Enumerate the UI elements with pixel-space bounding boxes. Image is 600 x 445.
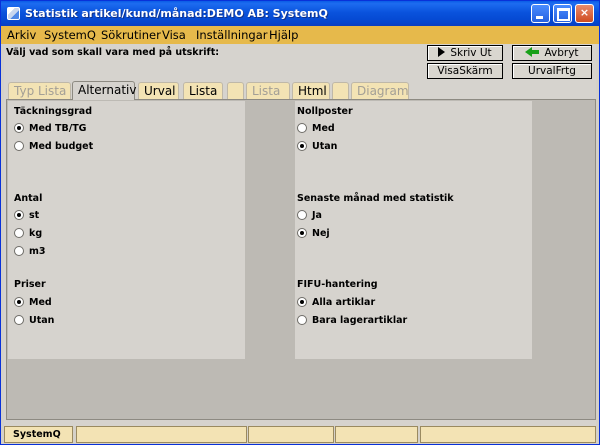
print-button[interactable]: Skriv Ut <box>427 45 503 61</box>
instruction-text: Välj vad som skall vara med på utskrift: <box>6 47 220 58</box>
status-cell <box>248 426 334 443</box>
radio-senaste-ja[interactable]: Ja <box>297 209 322 221</box>
left-options-column: Täckningsgrad Med TB/TG Med budget Antal… <box>8 101 245 359</box>
radio-unchecked-icon <box>14 245 24 256</box>
radio-label: Ja <box>312 210 322 221</box>
status-cell-app: SystemQ <box>4 426 73 443</box>
menu-installningar[interactable]: Inställningar <box>196 28 267 42</box>
minimize-icon <box>532 5 549 22</box>
radio-priser-med[interactable]: Med <box>14 296 52 308</box>
status-cell <box>335 426 418 443</box>
tab-typ-lista[interactable]: Typ Lista <box>8 82 71 99</box>
play-icon <box>438 47 446 57</box>
tab-alternativ[interactable]: Alternativ <box>72 81 136 100</box>
group-title-fifu: FIFU-hantering <box>297 279 378 290</box>
group-title-nollposter: Nollposter <box>297 106 353 117</box>
radio-label: Alla artiklar <box>312 297 376 308</box>
title-bar[interactable]: Statistik artikel/kund/månad:DEMO AB: Sy… <box>1 1 599 26</box>
radio-alla-artiklar[interactable]: Alla artiklar <box>297 296 376 308</box>
group-title-tackningsgrad: Täckningsgrad <box>14 106 93 117</box>
radio-priser-utan[interactable]: Utan <box>14 314 55 326</box>
cancel-button[interactable]: Avbryt <box>512 45 592 61</box>
status-bar: SystemQ <box>4 426 596 443</box>
radio-label: st <box>29 210 40 221</box>
radio-checked-icon <box>297 227 307 238</box>
tab-urval[interactable]: Urval <box>138 82 179 99</box>
radio-unchecked-icon <box>297 314 307 325</box>
radio-label: Med <box>29 297 52 308</box>
group-title-priser: Priser <box>14 279 46 290</box>
radio-med-budget[interactable]: Med budget <box>14 140 94 152</box>
radio-nollposter-med[interactable]: Med <box>297 122 335 134</box>
menu-hjalp[interactable]: Hjälp <box>269 28 298 42</box>
radio-unchecked-icon <box>14 227 24 238</box>
menu-visa[interactable]: Visa <box>162 28 186 42</box>
menu-systemq[interactable]: SystemQ <box>44 28 96 42</box>
application-window: Statistik artikel/kund/månad:DEMO AB: Sy… <box>0 0 600 445</box>
radio-checked-icon <box>297 140 307 151</box>
radio-checked-icon <box>14 296 24 307</box>
maximize-button[interactable] <box>553 4 572 23</box>
tab-lista-disabled[interactable]: Lista <box>246 82 290 99</box>
cancel-button-label: Avbryt <box>544 47 579 59</box>
tab-diagram[interactable]: Diagram <box>351 82 409 99</box>
radio-checked-icon <box>14 122 24 133</box>
radio-label: Bara lagerartiklar <box>312 315 408 326</box>
menu-bar: Arkiv SystemQ Sökrutiner Visa Inställnin… <box>1 26 599 44</box>
radio-st[interactable]: st <box>14 209 40 221</box>
back-arrow-icon <box>525 47 540 57</box>
tab-empty-1[interactable] <box>227 82 244 99</box>
maximize-icon <box>554 5 571 22</box>
minimize-button[interactable] <box>531 4 550 23</box>
menu-sokrutiner[interactable]: Sökrutiner <box>101 28 161 42</box>
radio-checked-icon <box>297 296 307 307</box>
radio-nollposter-utan[interactable]: Utan <box>297 140 338 152</box>
radio-unchecked-icon <box>297 122 307 133</box>
radio-m3[interactable]: m3 <box>14 245 46 257</box>
right-options-column: Nollposter Med Utan Senaste månad med st… <box>295 101 532 359</box>
radio-senaste-nej[interactable]: Nej <box>297 227 330 239</box>
radio-label: m3 <box>29 246 46 257</box>
tab-lista[interactable]: Lista <box>183 82 223 99</box>
print-button-label: Skriv Ut <box>450 47 492 59</box>
app-icon <box>7 7 20 20</box>
tab-empty-2[interactable] <box>332 82 349 99</box>
alternativ-panel: Täckningsgrad Med TB/TG Med budget Antal… <box>6 99 596 420</box>
show-screen-label: VisaSkärm <box>437 65 493 77</box>
radio-bara-lagerartiklar[interactable]: Bara lagerartiklar <box>297 314 408 326</box>
status-cell <box>420 426 596 443</box>
menu-arkiv[interactable]: Arkiv <box>7 28 36 42</box>
radio-med-tb-tg[interactable]: Med TB/TG <box>14 122 87 134</box>
selection-question-button[interactable]: UrvalFrtg <box>512 63 592 79</box>
main-content: Välj vad som skall vara med på utskrift:… <box>4 44 596 426</box>
radio-label: kg <box>29 228 43 239</box>
close-button[interactable]: × <box>575 4 594 23</box>
close-icon: × <box>579 6 590 19</box>
radio-kg[interactable]: kg <box>14 227 43 239</box>
radio-label: Med budget <box>29 141 94 152</box>
radio-label: Nej <box>312 228 330 239</box>
selection-question-label: UrvalFrtg <box>528 65 576 77</box>
show-screen-button[interactable]: VisaSkärm <box>427 63 503 79</box>
group-title-senaste-manad: Senaste månad med statistik <box>297 193 454 204</box>
tab-html[interactable]: Html <box>292 82 330 99</box>
window-title: Statistik artikel/kund/månad:DEMO AB: Sy… <box>25 7 328 20</box>
radio-unchecked-icon <box>14 140 24 151</box>
radio-label: Med TB/TG <box>29 123 87 134</box>
radio-checked-icon <box>14 209 24 220</box>
status-cell <box>76 426 247 443</box>
radio-unchecked-icon <box>297 209 307 220</box>
tab-bar: Typ Lista Alternativ Urval Lista Lista H… <box>8 81 596 100</box>
radio-label: Utan <box>29 315 55 326</box>
radio-unchecked-icon <box>14 314 24 325</box>
radio-label: Med <box>312 123 335 134</box>
group-title-antal: Antal <box>14 193 43 204</box>
radio-label: Utan <box>312 141 338 152</box>
